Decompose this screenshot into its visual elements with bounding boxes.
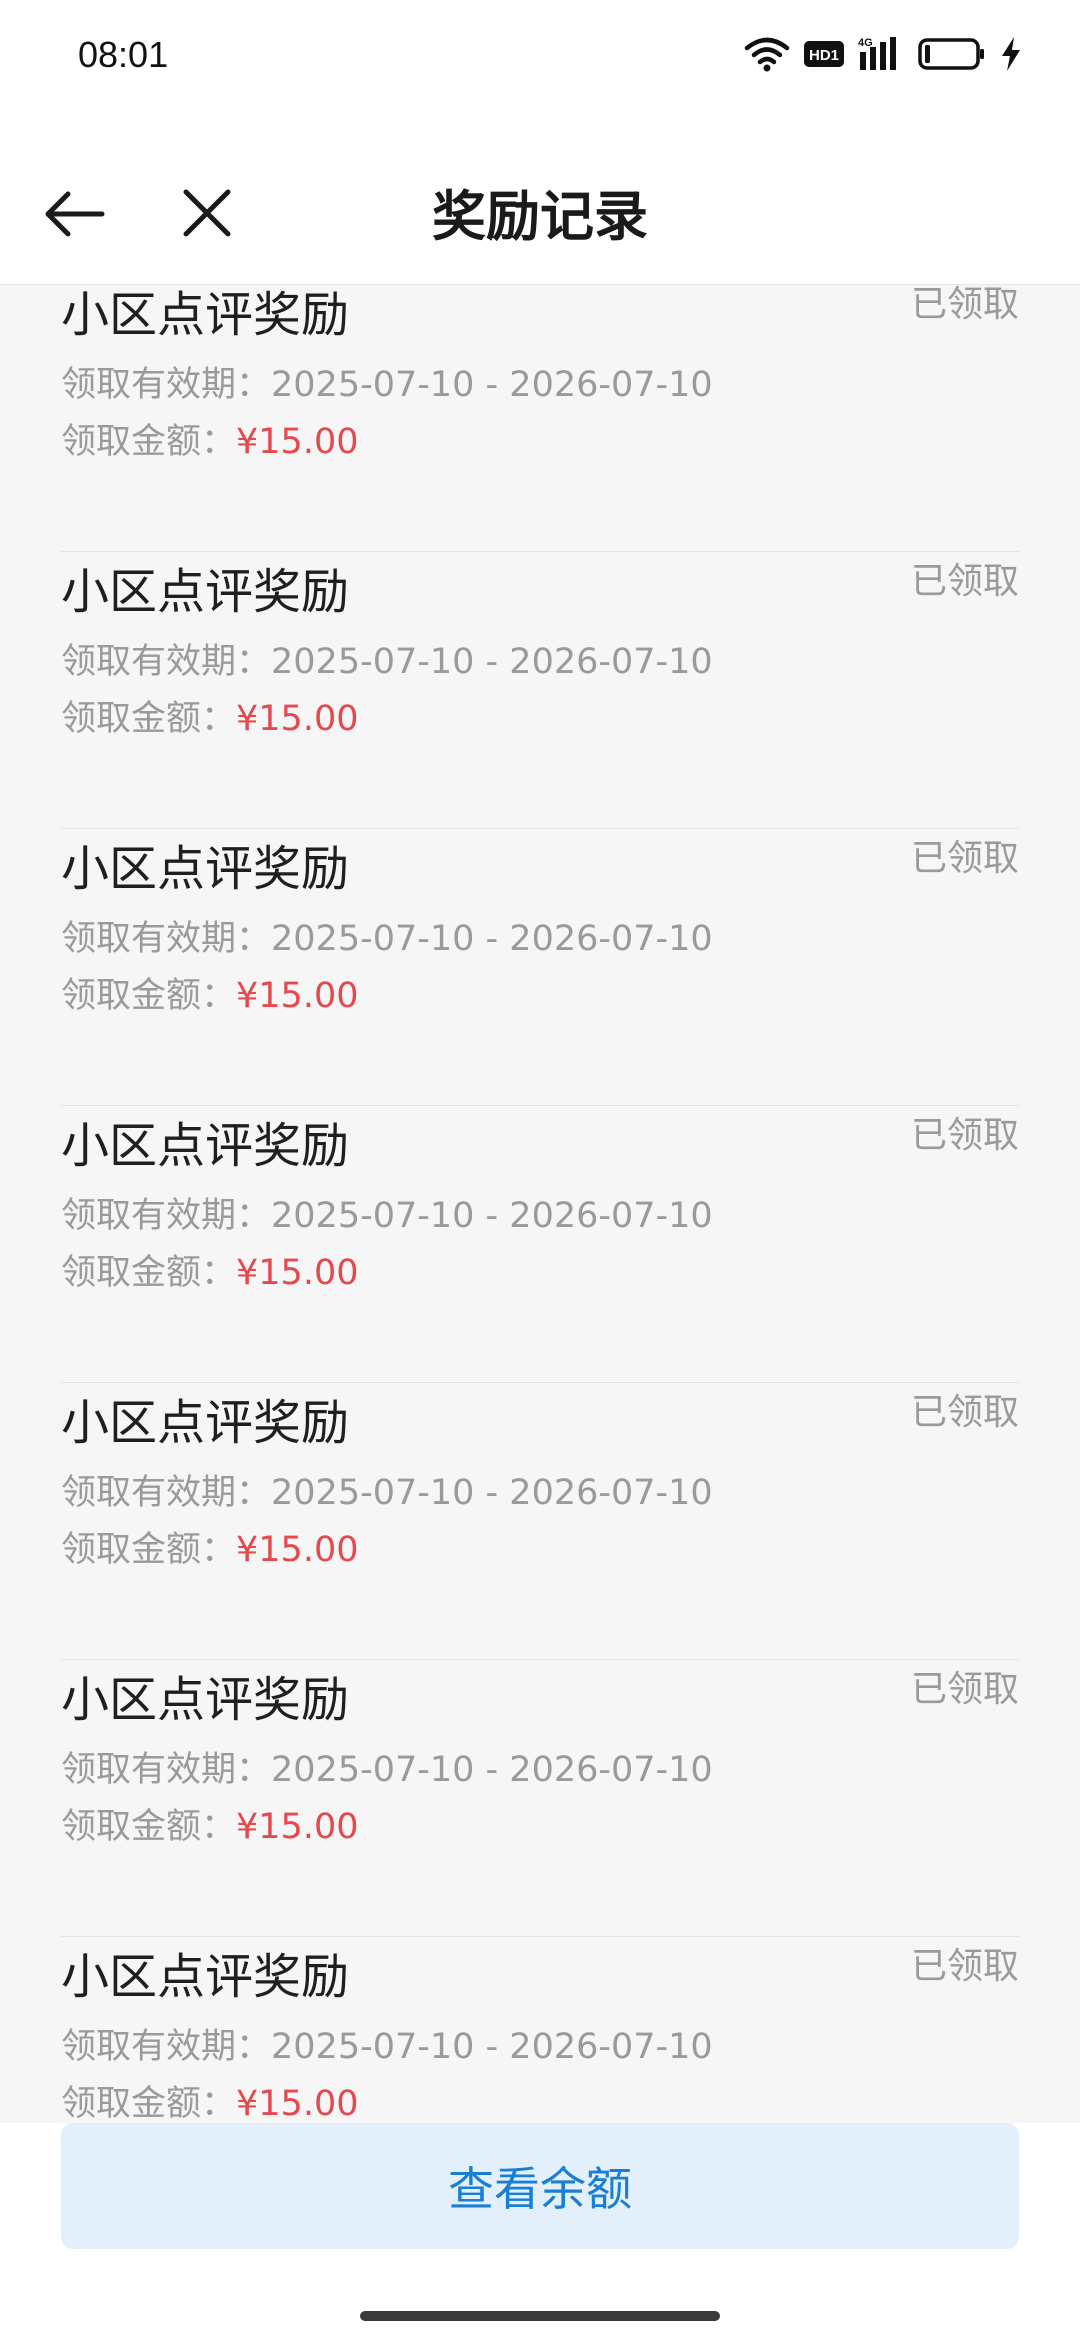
hd-icon: HD1 — [804, 41, 844, 67]
wifi-icon — [744, 37, 790, 72]
status-icons: HD1 4G — [744, 34, 1022, 74]
record-validity-label: 领取有效期： — [61, 1196, 272, 1236]
record-amount-label: 领取金额： — [61, 976, 237, 1016]
record-validity-label: 领取有效期： — [61, 1473, 272, 1513]
record-amount: 领取金额：¥15.00 — [61, 1244, 358, 1295]
record-title: 小区点评奖励 — [61, 1395, 350, 1451]
record-validity: 领取有效期：2025-07-10 - 2026-07-10 — [61, 633, 713, 684]
record-amount: 领取金额：¥15.00 — [61, 1798, 358, 1849]
record-validity: 领取有效期：2025-07-10 - 2026-07-10 — [61, 1187, 713, 1238]
battery-icon — [918, 38, 984, 70]
record-status: 已领取 — [910, 1946, 1019, 1987]
record-validity-value: 2025-07-10 - 2026-07-10 — [271, 919, 713, 959]
record-title: 小区点评奖励 — [61, 564, 350, 620]
record-validity-value: 2025-07-10 - 2026-07-10 — [271, 1196, 713, 1236]
record-item[interactable]: 小区点评奖励 已领取 领取有效期：2025-07-10 - 2026-07-10… — [61, 552, 1019, 829]
record-title: 小区点评奖励 — [61, 1118, 350, 1174]
record-amount-label: 领取金额： — [61, 2084, 237, 2123]
record-amount: 领取金额：¥15.00 — [61, 1521, 358, 1572]
record-amount: 领取金额：¥15.00 — [61, 413, 358, 464]
home-indicator[interactable] — [360, 2311, 720, 2321]
record-item[interactable]: 小区点评奖励 已领取 领取有效期：2025-07-10 - 2026-07-10… — [61, 1937, 1019, 2123]
record-amount: 领取金额：¥15.00 — [61, 690, 358, 741]
record-amount-value: ¥15.00 — [236, 2084, 359, 2123]
record-validity: 领取有效期：2025-07-10 - 2026-07-10 — [61, 2018, 713, 2069]
record-status: 已领取 — [910, 838, 1019, 879]
record-validity-value: 2025-07-10 - 2026-07-10 — [271, 1473, 713, 1513]
record-validity: 领取有效期：2025-07-10 - 2026-07-10 — [61, 1464, 713, 1515]
record-title: 小区点评奖励 — [61, 1672, 350, 1728]
record-validity-label: 领取有效期： — [61, 642, 272, 682]
record-validity-label: 领取有效期： — [61, 919, 272, 959]
record-status: 已领取 — [910, 1115, 1019, 1156]
bottom-action-area: 查看余额 — [0, 2123, 1080, 2340]
view-balance-button[interactable]: 查看余额 — [61, 2123, 1019, 2249]
record-status: 已领取 — [910, 285, 1019, 325]
record-amount-label: 领取金额： — [61, 699, 237, 739]
signal-icon: 4G — [858, 37, 896, 70]
record-validity-value: 2025-07-10 - 2026-07-10 — [271, 2027, 713, 2067]
record-amount-value: ¥15.00 — [236, 1253, 359, 1293]
page-title: 奖励记录 — [432, 185, 648, 248]
record-amount-value: ¥15.00 — [236, 976, 359, 1016]
reward-record-list[interactable]: 小区点评奖励 已领取 领取有效期：2025-07-10 - 2026-07-10… — [0, 285, 1080, 2123]
record-item[interactable]: 小区点评奖励 已领取 领取有效期：2025-07-10 - 2026-07-10… — [61, 829, 1019, 1106]
record-validity: 领取有效期：2025-07-10 - 2026-07-10 — [61, 1741, 713, 1792]
record-amount: 领取金额：¥15.00 — [61, 967, 358, 1018]
record-amount-value: ¥15.00 — [236, 1530, 359, 1570]
record-validity-value: 2025-07-10 - 2026-07-10 — [271, 1750, 713, 1790]
record-validity-label: 领取有效期： — [61, 365, 272, 405]
record-amount-value: ¥15.00 — [236, 422, 359, 462]
record-validity-value: 2025-07-10 - 2026-07-10 — [271, 365, 713, 405]
record-amount: 领取金额：¥15.00 — [61, 2075, 358, 2123]
record-status: 已领取 — [910, 1669, 1019, 1710]
record-validity: 领取有效期：2025-07-10 - 2026-07-10 — [61, 356, 713, 407]
record-validity-label: 领取有效期： — [61, 1750, 272, 1790]
status-time: 08:01 — [78, 34, 169, 75]
record-item[interactable]: 小区点评奖励 已领取 领取有效期：2025-07-10 - 2026-07-10… — [61, 1660, 1019, 1937]
record-item[interactable]: 小区点评奖励 已领取 领取有效期：2025-07-10 - 2026-07-10… — [61, 1383, 1019, 1660]
record-amount-label: 领取金额： — [61, 1530, 237, 1570]
record-validity-label: 领取有效期： — [61, 2027, 272, 2067]
record-status: 已领取 — [910, 561, 1019, 602]
record-item[interactable]: 小区点评奖励 已领取 领取有效期：2025-07-10 - 2026-07-10… — [61, 1106, 1019, 1383]
reward-record-list-inner: 小区点评奖励 已领取 领取有效期：2025-07-10 - 2026-07-10… — [0, 285, 1080, 2123]
nav-bar: 奖励记录 — [0, 112, 1080, 285]
record-amount-value: ¥15.00 — [236, 1807, 359, 1847]
record-amount-label: 领取金额： — [61, 422, 237, 462]
record-status: 已领取 — [910, 1392, 1019, 1433]
record-amount-value: ¥15.00 — [236, 699, 359, 739]
record-title: 小区点评奖励 — [61, 287, 350, 343]
hd-label: HD1 — [809, 47, 839, 64]
record-amount-label: 领取金额： — [61, 1253, 237, 1293]
record-amount-label: 领取金额： — [61, 1807, 237, 1847]
charging-icon — [1002, 37, 1020, 71]
record-title: 小区点评奖励 — [61, 841, 350, 897]
record-title: 小区点评奖励 — [61, 1949, 350, 2005]
status-bar: 08:01 HD1 4G — [0, 0, 1080, 112]
record-item[interactable]: 小区点评奖励 已领取 领取有效期：2025-07-10 - 2026-07-10… — [61, 285, 1019, 552]
record-validity: 领取有效期：2025-07-10 - 2026-07-10 — [61, 910, 713, 961]
record-validity-value: 2025-07-10 - 2026-07-10 — [271, 642, 713, 682]
